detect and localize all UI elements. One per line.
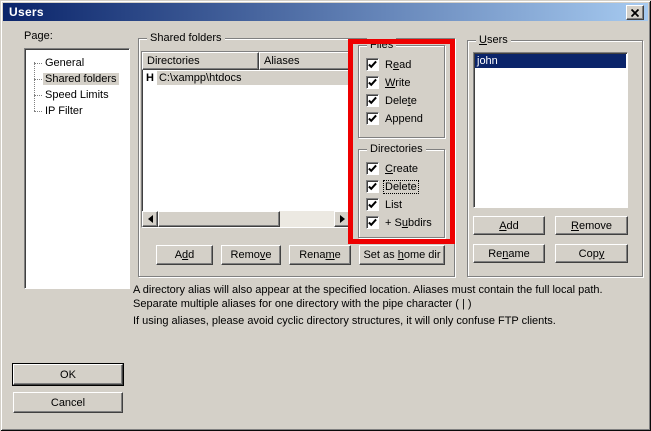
files-permissions-group: Files Read Write Delete Append — [358, 45, 445, 138]
set-home-dir-button[interactable]: Set as home dir — [359, 245, 445, 265]
page-label: Page: — [24, 30, 53, 42]
rename-folder-button[interactable]: Rename — [289, 245, 351, 265]
page-item-speed-limits[interactable]: Speed Limits — [25, 87, 129, 103]
home-dir-marker: H — [146, 72, 154, 84]
page-item-shared-folders[interactable]: Shared folders — [25, 71, 129, 87]
table-header: Directories Aliases — [142, 52, 350, 70]
checkbox-box[interactable] — [366, 198, 379, 211]
cancel-button[interactable]: Cancel — [13, 392, 123, 413]
checkbox-box[interactable] — [366, 162, 379, 175]
checkbox-files-append[interactable]: Append — [366, 112, 440, 125]
checkbox-box[interactable] — [366, 112, 379, 125]
title-bar[interactable]: Users — [3, 3, 648, 21]
column-header-aliases[interactable]: Aliases — [259, 52, 350, 70]
scroll-right-button[interactable] — [334, 211, 350, 227]
page-tree: General Shared folders Speed Limits IP F… — [24, 48, 130, 289]
tree-stub-icon — [34, 63, 42, 64]
directory-cell[interactable]: C:\xampp\htdocs — [157, 71, 350, 85]
checkbox-dirs-delete[interactable]: Delete — [366, 180, 440, 193]
page-item-ip-filter[interactable]: IP Filter — [25, 103, 129, 119]
arrow-right-icon — [340, 215, 345, 223]
scrollbar-thumb[interactable] — [158, 211, 280, 227]
checkbox-dirs-subdirs[interactable]: + Subdirs — [366, 216, 440, 229]
close-button[interactable] — [626, 5, 644, 20]
close-icon — [631, 9, 639, 17]
checkbox-box[interactable] — [366, 180, 379, 193]
tree-stub-icon — [34, 111, 42, 112]
remove-folder-button[interactable]: Remove — [221, 245, 281, 265]
checkbox-files-write[interactable]: Write — [366, 76, 440, 89]
files-group-label: Files — [367, 38, 396, 52]
arrow-left-icon — [148, 215, 153, 223]
scrollbar-track[interactable] — [280, 211, 334, 227]
scroll-left-button[interactable] — [142, 211, 158, 227]
rename-user-button[interactable]: Rename — [473, 244, 545, 263]
alias-description-text: A directory alias will also appear at th… — [133, 283, 645, 311]
checkbox-box[interactable] — [366, 58, 379, 71]
table-empty-area — [142, 86, 350, 211]
shared-folders-table: Directories Aliases H C:\xampp\htdocs — [141, 51, 351, 228]
copy-user-button[interactable]: Copy — [555, 244, 628, 263]
checkbox-files-delete[interactable]: Delete — [366, 94, 440, 107]
checkbox-files-read[interactable]: Read — [366, 58, 440, 71]
users-list[interactable]: john — [473, 52, 628, 208]
tree-stub-icon — [34, 79, 42, 80]
directories-group-label: Directories — [367, 142, 426, 156]
alias-warning-text: If using aliases, please avoid cyclic di… — [133, 314, 645, 328]
page-item-general[interactable]: General — [25, 55, 129, 71]
users-group-label: Users — [476, 33, 511, 47]
horizontal-scrollbar[interactable] — [142, 211, 350, 227]
add-folder-button[interactable]: Add — [156, 245, 213, 265]
shared-folders-group-label: Shared folders — [147, 31, 225, 45]
checkbox-box[interactable] — [366, 94, 379, 107]
checkbox-dirs-list[interactable]: List — [366, 198, 440, 211]
directories-permissions-group: Directories Create Delete List + Subdirs — [358, 149, 445, 238]
checkbox-box[interactable] — [366, 216, 379, 229]
column-header-directories[interactable]: Directories — [142, 52, 259, 70]
remove-user-button[interactable]: Remove — [555, 216, 628, 235]
checkbox-dirs-create[interactable]: Create — [366, 162, 440, 175]
tree-stub-icon — [34, 95, 42, 96]
ok-button[interactable]: OK — [13, 364, 123, 385]
user-list-item[interactable]: john — [475, 54, 626, 68]
users-dialog: Users Page: General Shared folders Speed… — [0, 0, 651, 431]
table-row[interactable]: H C:\xampp\htdocs — [142, 70, 350, 86]
checkbox-box[interactable] — [366, 76, 379, 89]
add-user-button[interactable]: Add — [473, 216, 545, 235]
window-title: Users — [9, 5, 44, 19]
